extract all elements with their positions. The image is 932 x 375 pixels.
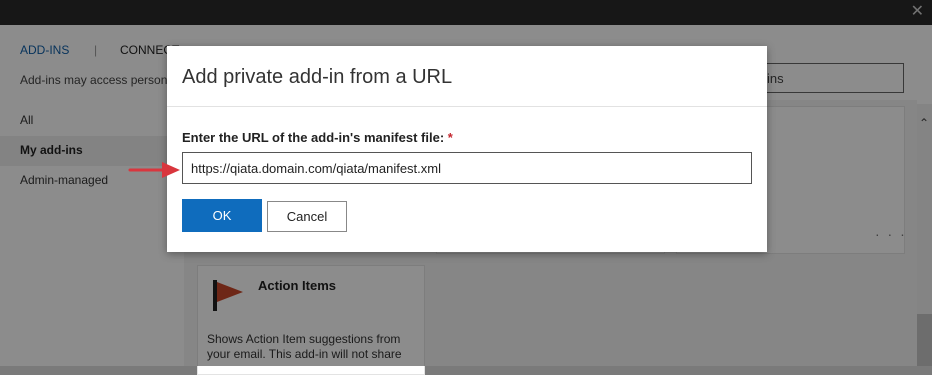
dialog-title: Add private add-in from a URL — [182, 66, 453, 88]
manifest-url-label: Enter the URL of the add-in's manifest f… — [182, 130, 453, 145]
ok-button[interactable]: OK — [182, 199, 262, 232]
manifest-url-label-text: Enter the URL of the add-in's manifest f… — [182, 130, 445, 145]
add-private-addin-dialog: Add private add-in from a URL Enter the … — [167, 46, 767, 252]
manifest-url-input[interactable] — [182, 152, 752, 184]
red-arrow-icon — [128, 162, 180, 178]
dialog-divider — [167, 106, 767, 107]
required-marker: * — [447, 130, 453, 145]
cancel-button[interactable]: Cancel — [267, 201, 347, 232]
